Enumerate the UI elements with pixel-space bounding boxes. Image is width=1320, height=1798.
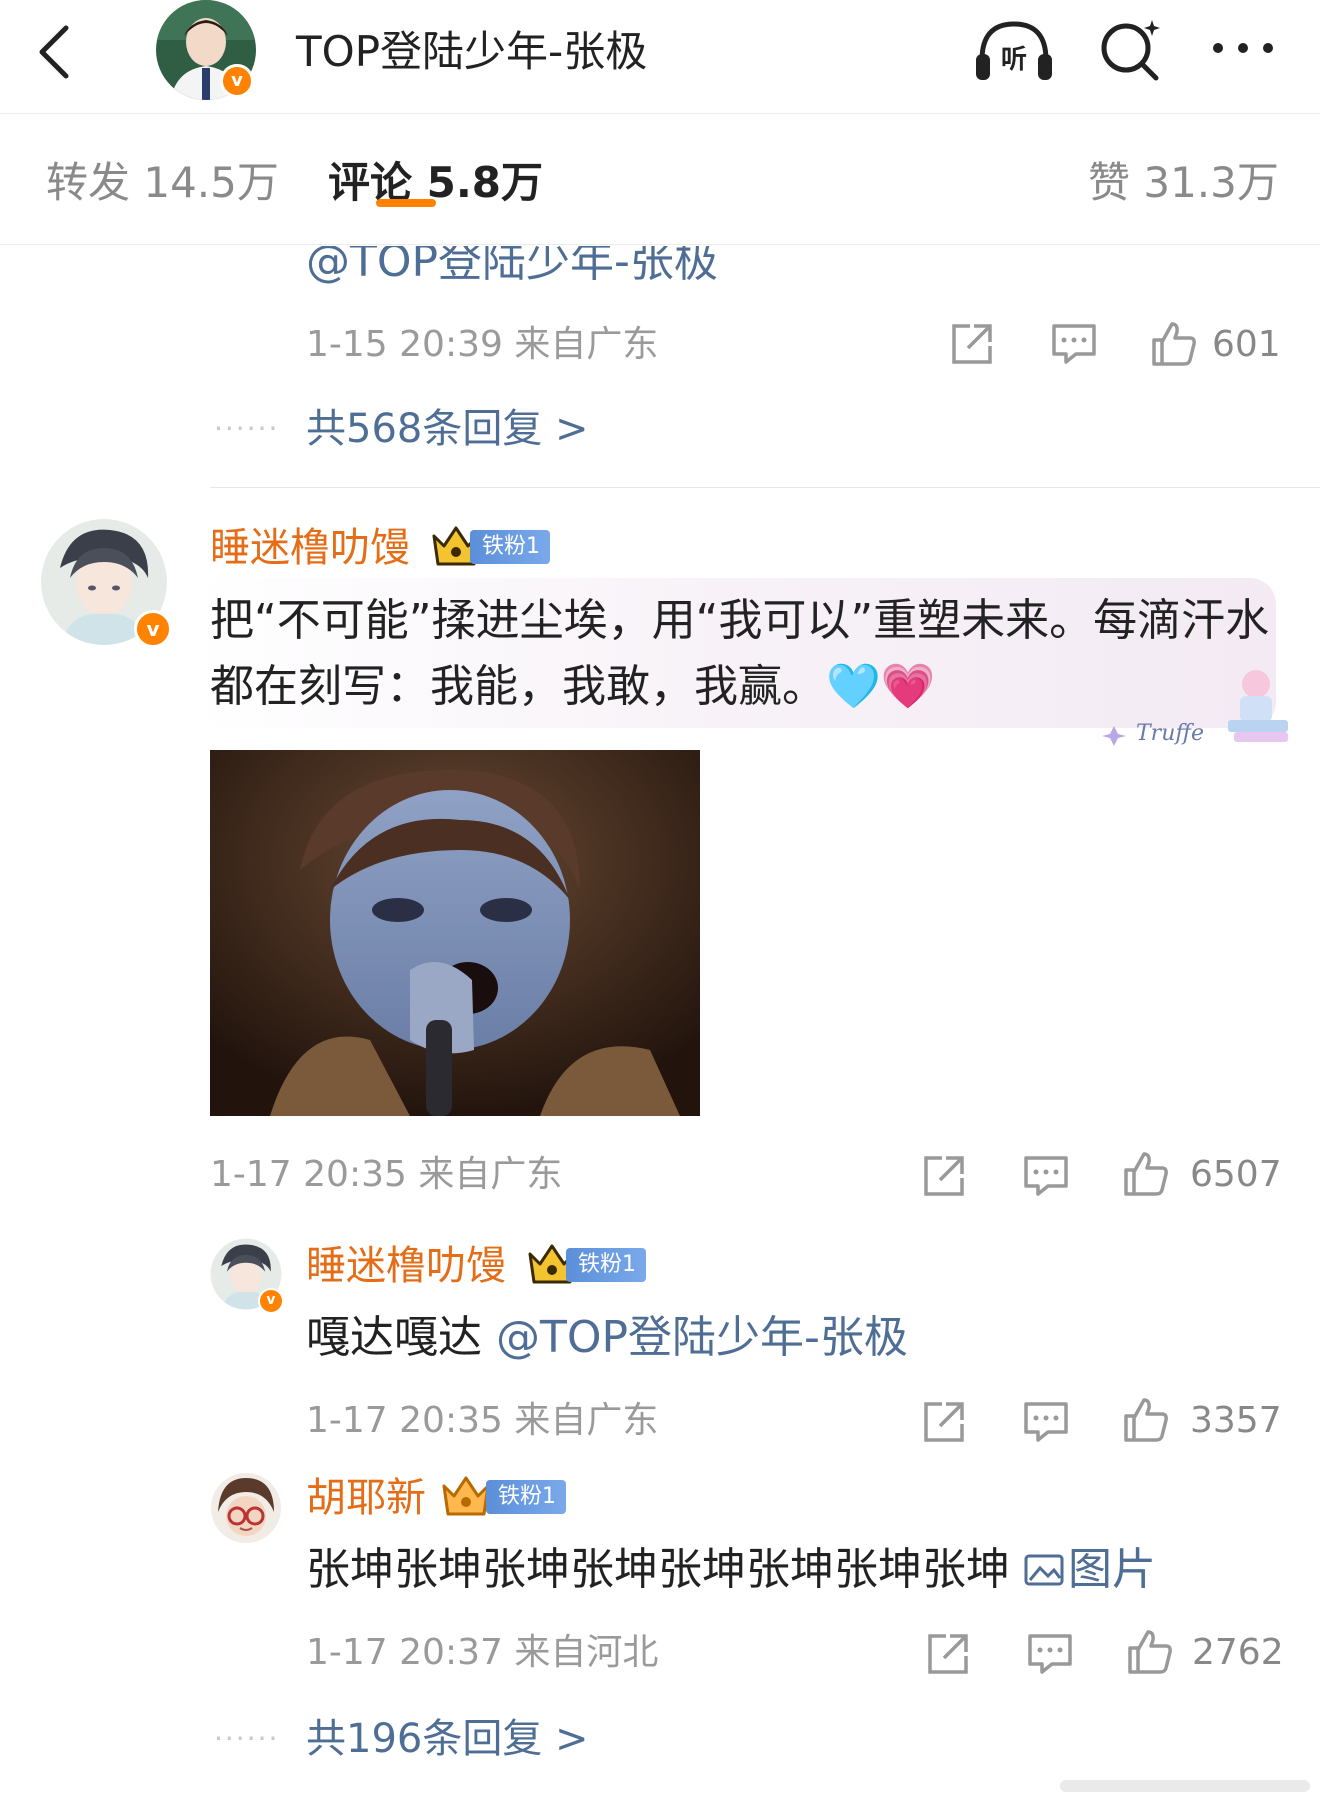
like-count: 2762 <box>1192 1632 1284 1673</box>
replier-avatar[interactable] <box>210 1472 282 1544</box>
tab-likes[interactable]: 赞 31.3万 <box>1088 155 1279 211</box>
image-icon <box>1024 1554 1064 1586</box>
page-title[interactable]: TOP登陆少年-张极 <box>296 24 647 80</box>
share-icon[interactable] <box>920 1152 968 1200</box>
reply-body: 嘎达嘎达 <box>306 1312 496 1363</box>
comment-meta: 1-15 20:39 来自广东 <box>306 324 659 365</box>
emoji-hearts: 🩵💗 <box>826 661 936 712</box>
fan-level-badge: 铁粉1 <box>470 530 550 564</box>
like-icon[interactable] <box>1122 1150 1170 1198</box>
reply-icon[interactable] <box>1026 1630 1074 1678</box>
comment-divider <box>210 487 1320 488</box>
reply-icon[interactable] <box>1022 1398 1070 1446</box>
author-avatar[interactable]: v <box>152 0 260 104</box>
crown-icon <box>440 1474 492 1522</box>
like-icon[interactable] <box>1150 320 1198 368</box>
reply-text: 张坤张坤张坤张坤张坤张坤张坤张坤 图片 <box>306 1540 1156 1600</box>
tab-reposts[interactable]: 转发 14.5万 <box>46 155 279 211</box>
share-icon[interactable] <box>924 1630 972 1678</box>
fan-level-badge: 铁粉1 <box>566 1248 646 1282</box>
view-replies-link[interactable]: 共568条回复 > <box>306 402 589 456</box>
more-options-icon[interactable] <box>1208 28 1278 68</box>
listen-button[interactable]: 听 <box>972 14 1056 84</box>
reply-thread-dots: ······ <box>214 1722 280 1755</box>
verified-badge-icon: v <box>134 610 172 648</box>
bubble-decoration: Truffe <box>1100 660 1300 750</box>
verified-badge-icon: v <box>220 64 254 98</box>
reply-meta: 1-17 20:37 来自河北 <box>306 1632 659 1673</box>
like-count: 6507 <box>1190 1154 1282 1195</box>
replier-avatar[interactable]: v <box>210 1238 284 1314</box>
back-icon[interactable] <box>30 22 80 82</box>
replier-name[interactable]: 睡迷橹叻馒 <box>306 1240 506 1292</box>
like-count: 601 <box>1212 324 1281 365</box>
top-bar: v TOP登陆少年-张极 听 <box>0 0 1320 114</box>
like-count: 3357 <box>1190 1400 1282 1441</box>
verified-badge-icon: v <box>258 1288 284 1314</box>
replier-name[interactable]: 胡耶新 <box>306 1472 426 1524</box>
reply-body: 张坤张坤张坤张坤张坤张坤张坤张坤 <box>306 1544 1024 1595</box>
commenter-name[interactable]: 睡迷橹叻馒 <box>210 522 410 574</box>
search-icon[interactable] <box>1094 14 1166 86</box>
reply-icon[interactable] <box>1022 1152 1070 1200</box>
image-link[interactable]: 图片 <box>1024 1544 1156 1595</box>
scroll-indicator[interactable] <box>1060 1780 1310 1792</box>
reply-meta: 1-17 20:35 来自广东 <box>306 1400 659 1441</box>
fan-level-badge: 铁粉1 <box>486 1480 566 1514</box>
share-icon[interactable] <box>920 1398 968 1446</box>
reply-icon[interactable] <box>1050 320 1098 368</box>
tab-bar: 转发 14.5万 评论 5.8万 赞 31.3万 <box>0 115 1320 245</box>
mention-link[interactable]: @TOP登陆少年-张极 <box>496 1312 908 1363</box>
listen-label: 听 <box>1001 45 1027 75</box>
like-icon[interactable] <box>1126 1628 1174 1676</box>
share-icon[interactable] <box>948 320 996 368</box>
view-replies-link[interactable]: 共196条回复 > <box>306 1712 589 1766</box>
commenter-avatar[interactable]: v <box>40 518 172 648</box>
comment-image[interactable] <box>210 750 700 1116</box>
image-link-label: 图片 <box>1068 1544 1156 1595</box>
like-icon[interactable] <box>1122 1396 1170 1444</box>
signature-text: Truffe <box>1136 721 1204 746</box>
active-tab-indicator <box>376 199 436 207</box>
reply-text: 嘎达嘎达 @TOP登陆少年-张极 <box>306 1308 908 1368</box>
reply-thread-dots: ······ <box>214 412 280 445</box>
comment-meta: 1-17 20:35 来自广东 <box>210 1154 563 1195</box>
